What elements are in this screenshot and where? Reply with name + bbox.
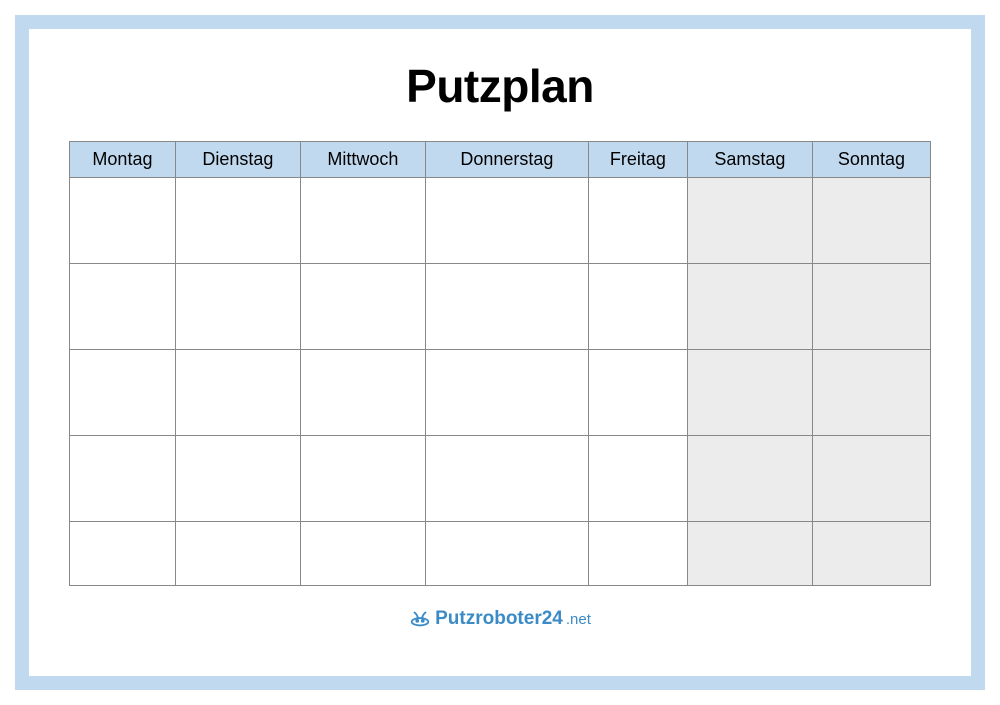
cell-weekend [812, 178, 930, 264]
cell-weekend [687, 436, 812, 522]
col-header-thursday: Donnerstag [425, 142, 588, 178]
cell [175, 178, 300, 264]
cell [175, 264, 300, 350]
document-frame: Putzplan Montag Dienstag Mittwoch Donner… [15, 15, 985, 690]
cell [300, 522, 425, 586]
cell [425, 264, 588, 350]
cleaning-plan-table: Montag Dienstag Mittwoch Donnerstag Frei… [69, 141, 931, 586]
col-header-friday: Freitag [588, 142, 687, 178]
table-header-row: Montag Dienstag Mittwoch Donnerstag Frei… [70, 142, 931, 178]
cell [300, 350, 425, 436]
col-header-wednesday: Mittwoch [300, 142, 425, 178]
cell [70, 522, 176, 586]
table-row [70, 436, 931, 522]
cell-weekend [687, 522, 812, 586]
cell [70, 264, 176, 350]
cell [300, 178, 425, 264]
cell [70, 350, 176, 436]
cell [70, 436, 176, 522]
cell [425, 350, 588, 436]
table-body [70, 178, 931, 586]
cell [425, 178, 588, 264]
cell [300, 436, 425, 522]
cell [588, 350, 687, 436]
cell [588, 436, 687, 522]
col-header-saturday: Samstag [687, 142, 812, 178]
brand-suffix: .net [566, 611, 591, 628]
cell [175, 436, 300, 522]
page-title: Putzplan [406, 59, 594, 113]
col-header-sunday: Sonntag [812, 142, 930, 178]
brand-name: Putzroboter24 [435, 608, 563, 630]
cell [175, 522, 300, 586]
cell-weekend [687, 178, 812, 264]
footer-brand: Putzroboter24.net [409, 608, 591, 630]
cell [588, 264, 687, 350]
cell-weekend [812, 264, 930, 350]
table-row [70, 350, 931, 436]
cell [425, 436, 588, 522]
table-row [70, 522, 931, 586]
cell-weekend [812, 436, 930, 522]
cell [588, 522, 687, 586]
cell-weekend [687, 264, 812, 350]
cell [425, 522, 588, 586]
cell [300, 264, 425, 350]
col-header-monday: Montag [70, 142, 176, 178]
cell-weekend [687, 350, 812, 436]
cell-weekend [812, 350, 930, 436]
col-header-tuesday: Dienstag [175, 142, 300, 178]
robot-icon [409, 608, 431, 630]
cell [588, 178, 687, 264]
table-row [70, 264, 931, 350]
table-row [70, 178, 931, 264]
cell [70, 178, 176, 264]
cell [175, 350, 300, 436]
cell-weekend [812, 522, 930, 586]
